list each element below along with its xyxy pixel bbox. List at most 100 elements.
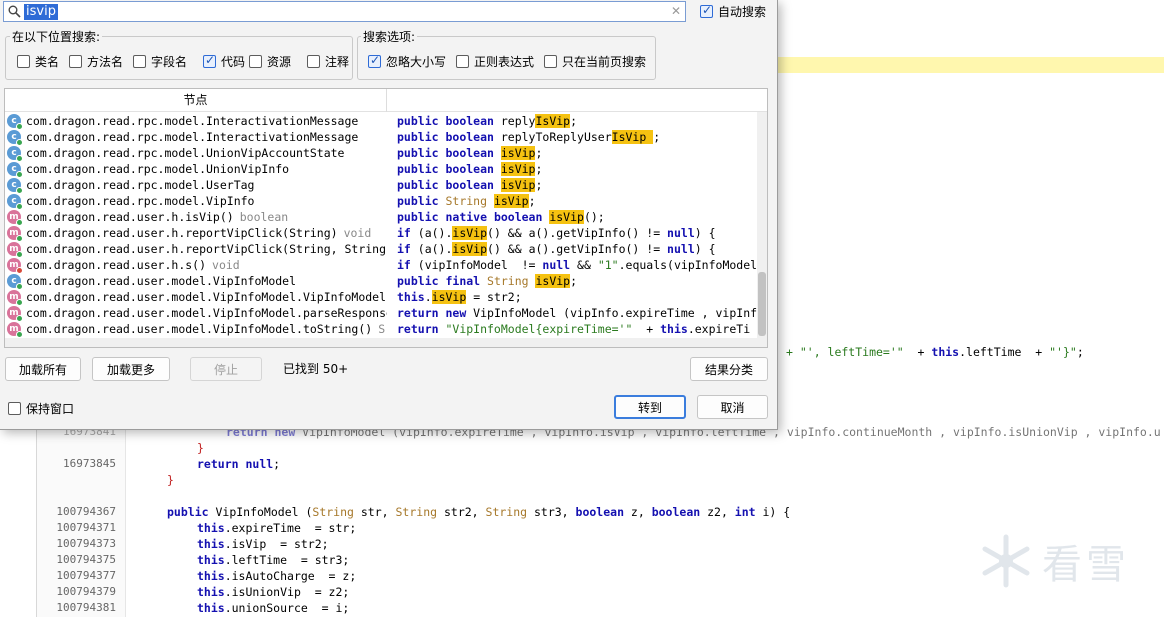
line-number: 100794377 <box>56 569 116 582</box>
snowflake-icon <box>982 534 1030 588</box>
checkbox-icon[interactable] <box>544 55 557 68</box>
load-all-button[interactable]: 加载所有 <box>5 357 81 381</box>
result-row[interactable]: m com.dragon.read.user.model.VipInfoModel… <box>5 321 757 337</box>
result-row[interactable]: c com.dragon.read.rpc.model.UserTag public… <box>5 177 757 193</box>
checkbox-icon[interactable] <box>700 3 713 18</box>
code-line: this.unionSource = i; <box>197 600 349 616</box>
code-token: public <box>397 274 446 288</box>
result-row[interactable]: c com.dragon.read.rpc.model.Interactivati… <box>5 129 757 145</box>
clear-icon[interactable]: ✕ <box>671 4 681 18</box>
line-number: 100794381 <box>56 601 116 614</box>
checkbox-option[interactable]: 正则表达式 <box>456 53 534 70</box>
result-node: c com.dragon.read.rpc.model.UnionVipInfo <box>7 161 387 177</box>
checkbox-icon[interactable] <box>203 53 216 68</box>
code-token: boolean <box>493 210 550 224</box>
node-path: com.dragon.read.rpc.model.VipInfo <box>26 194 255 208</box>
load-more-button[interactable]: 加载更多 <box>92 357 170 381</box>
line-number: 100794367 <box>56 505 116 518</box>
current-line-highlight <box>778 57 1164 73</box>
class-icon: c <box>7 178 23 193</box>
result-code: return "VipInfoModel{expireTime='" + thi… <box>397 321 757 337</box>
result-row[interactable]: m com.dragon.read.user.h.s() void if (vipIn… <box>5 257 757 273</box>
stop-button[interactable]: 停止 <box>190 357 262 381</box>
keep-window-checkbox[interactable]: 保持窗口 <box>8 400 74 417</box>
auto-search-checkbox[interactable]: 自动搜索 <box>700 3 766 20</box>
checkbox-option[interactable]: 注释 <box>307 53 349 70</box>
search-input[interactable]: isvip ✕ <box>3 1 686 22</box>
code-token: boolean <box>445 178 501 192</box>
code-token: str2, <box>443 505 486 519</box>
code-token: . <box>424 290 432 304</box>
method-icon: m <box>7 226 23 241</box>
code-token: .isVip = str2; <box>224 537 329 551</box>
match-highlight: IsVip <box>611 130 654 144</box>
result-row[interactable]: c com.dragon.read.rpc.model.UnionVipInfo p… <box>5 161 757 177</box>
code-token: str, <box>360 505 396 519</box>
result-row[interactable]: m com.dragon.read.user.model.VipInfoModel… <box>5 289 757 305</box>
search-query-text[interactable]: isvip <box>24 3 58 20</box>
code-line: return null; <box>197 456 280 472</box>
code-token: return <box>397 306 446 320</box>
code-line: this.leftTime = str3; <box>197 552 349 568</box>
checkbox-option[interactable]: 忽略大小写 <box>368 53 446 70</box>
checkbox-option[interactable]: 类名 <box>17 53 59 70</box>
result-code: public final String isVip; <box>397 273 757 289</box>
checkbox-option[interactable]: 字段名 <box>133 53 187 70</box>
code-column-header[interactable] <box>388 89 767 112</box>
class-icon: c <box>7 146 23 161</box>
result-row[interactable]: m com.dragon.read.user.h.isVip() boolean pu… <box>5 209 757 225</box>
result-code: public boolean isVip; <box>397 161 757 177</box>
checkbox-icon[interactable] <box>133 55 146 68</box>
code-token: ; <box>1076 345 1084 359</box>
code-token: null <box>245 457 274 471</box>
line-number: 100794379 <box>56 585 116 598</box>
node-path: com.dragon.read.rpc.model.UserTag <box>26 178 255 192</box>
result-row[interactable]: c com.dragon.read.user.model.VipInfoModel… <box>5 273 757 289</box>
group-results-button[interactable]: 结果分类 <box>690 357 768 381</box>
method-icon: m <box>7 306 23 321</box>
result-row[interactable]: c com.dragon.read.rpc.model.UnionVipAccou… <box>5 145 757 161</box>
vertical-scrollbar[interactable] <box>757 112 767 347</box>
code-token: this <box>197 537 225 551</box>
results-table[interactable]: 节点 c com.dragon.read.rpc.model.Interactiv… <box>4 88 768 348</box>
code-token: } <box>197 441 204 455</box>
result-code: public native boolean isVip(); <box>397 209 757 225</box>
code-token: VipInfoModel ( <box>215 505 313 519</box>
checkbox-label: 代码 <box>221 55 246 69</box>
result-row[interactable]: m com.dragon.read.user.h.reportVipClick(S… <box>5 225 757 241</box>
cancel-button[interactable]: 取消 <box>697 395 768 419</box>
checkbox-option[interactable]: 资源 <box>249 53 291 70</box>
checkbox-icon[interactable] <box>456 55 469 68</box>
node-path: com.dragon.read.user.model.VipInfoModel.… <box>26 322 373 336</box>
result-row[interactable]: m com.dragon.read.user.model.VipInfoModel… <box>5 305 757 321</box>
checkbox-icon[interactable] <box>249 55 262 68</box>
code-token: "'}" <box>1049 345 1077 359</box>
result-row[interactable]: m com.dragon.read.user.h.reportVipClick(S… <box>5 241 757 257</box>
checkbox-option[interactable]: 代码 <box>203 53 245 70</box>
match-highlight: isVip <box>493 194 529 208</box>
line-number: 100794371 <box>56 521 116 534</box>
node-column-header[interactable]: 节点 <box>5 89 387 112</box>
checkbox-icon[interactable] <box>307 55 320 68</box>
horizontal-scrollbar[interactable] <box>5 338 757 347</box>
result-row[interactable]: c com.dragon.read.rpc.model.VipInfo public… <box>5 193 757 209</box>
code-token: this <box>931 345 960 359</box>
code-token: boolean <box>575 505 631 519</box>
checkbox-icon[interactable] <box>368 53 381 68</box>
goto-button[interactable]: 转到 <box>614 395 686 419</box>
code-token: native <box>445 210 494 224</box>
keep-window-label: 保持窗口 <box>26 402 75 416</box>
result-node: m com.dragon.read.user.model.VipInfoModel… <box>7 305 387 321</box>
checkbox-option[interactable]: 方法名 <box>69 53 123 70</box>
checkbox-option[interactable]: 只在当前页搜索 <box>544 53 646 70</box>
node-path: com.dragon.read.user.h.isVip() <box>26 210 234 224</box>
checkbox-icon[interactable] <box>69 55 82 68</box>
method-icon: m <box>7 242 23 257</box>
checkbox-icon[interactable] <box>8 402 21 415</box>
result-node: c com.dragon.read.rpc.model.VipInfo <box>7 193 387 209</box>
result-row[interactable]: c com.dragon.read.rpc.model.Interactivati… <box>5 113 757 129</box>
result-code: public String isVip; <box>397 193 757 209</box>
scrollbar-thumb[interactable] <box>758 272 766 336</box>
checkbox-icon[interactable] <box>17 55 30 68</box>
code-line: this.isVip = str2; <box>197 536 329 552</box>
